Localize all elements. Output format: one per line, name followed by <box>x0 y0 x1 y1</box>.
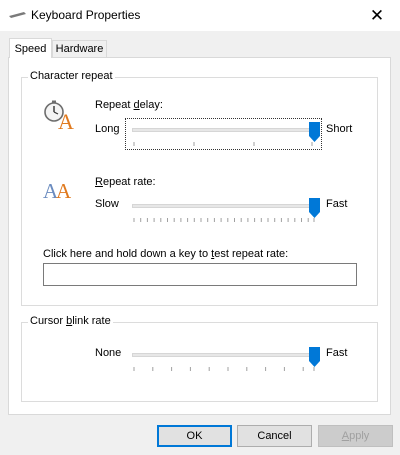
speed-content: Character repeat A Repeat delay: Long Sh… <box>0 0 400 455</box>
repeat-delay-slider[interactable] <box>128 120 320 148</box>
repeat-delay-track <box>132 128 316 132</box>
repeat-delay-label: Repeat delay: <box>95 99 163 111</box>
repeat-rate-ticks <box>133 218 315 222</box>
test-prompt-label: Click here and hold down a key to test r… <box>43 248 289 260</box>
svg-text:A: A <box>58 109 74 131</box>
repeat-delay-thumb[interactable] <box>309 122 320 142</box>
test-repeat-input[interactable] <box>43 263 357 286</box>
cursor-blink-max-label: Fast <box>326 347 348 359</box>
repeat-rate-min-label: Slow <box>95 198 119 210</box>
svg-text:A: A <box>56 179 72 201</box>
repeat-rate-label: Repeat rate: <box>95 176 156 188</box>
repeat-delay-min-label: Long <box>95 123 120 135</box>
repeat-delay-icon: A <box>44 100 74 131</box>
cursor-blink-legend: Cursor blink rate <box>28 315 113 327</box>
repeat-delay-ticks <box>133 142 313 146</box>
cursor-blink-slider[interactable] <box>128 345 320 373</box>
cursor-blink-icon <box>52 345 54 363</box>
cursor-blink-thumb[interactable] <box>309 347 320 367</box>
cursor-blink-min-label: None <box>95 347 122 359</box>
repeat-rate-max-label: Fast <box>326 198 348 210</box>
character-repeat-legend: Character repeat <box>28 70 115 82</box>
repeat-rate-thumb[interactable] <box>309 198 320 218</box>
repeat-delay-max-label: Short <box>326 123 353 135</box>
cursor-blink-ticks <box>133 367 315 371</box>
cursor-blink-track <box>132 353 316 357</box>
repeat-rate-track <box>132 204 316 208</box>
repeat-rate-icon: A A <box>43 179 72 201</box>
repeat-rate-slider[interactable] <box>128 196 320 224</box>
